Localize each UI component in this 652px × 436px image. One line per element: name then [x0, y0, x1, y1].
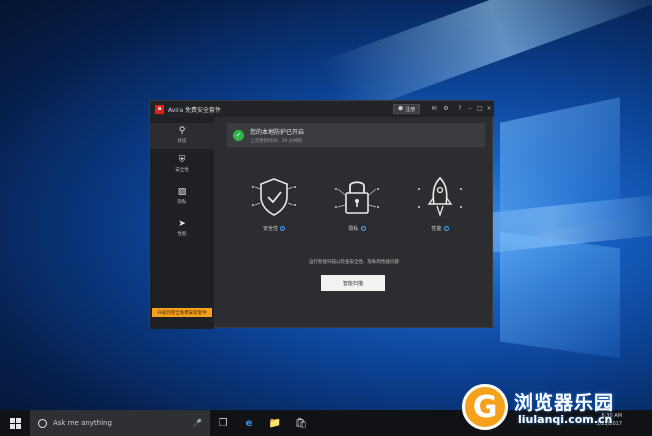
store-icon[interactable]: 🛍 [288, 410, 314, 436]
sidebar-item-security[interactable]: ⛨ 安全性 [150, 155, 214, 173]
info-icon[interactable]: i [443, 226, 449, 231]
window-logo-pane [500, 97, 620, 243]
start-button[interactable] [0, 410, 30, 436]
search-placeholder: Ask me anything [53, 419, 112, 427]
cortana-circle-icon [38, 418, 47, 428]
help-icon[interactable]: ? [456, 104, 464, 113]
close-icon[interactable]: × [485, 104, 493, 113]
sidebar-item-privacy[interactable]: ▨ 隐私 [150, 187, 214, 205]
minimize-icon[interactable]: – [466, 104, 474, 113]
file-explorer-icon[interactable]: 📁 [262, 410, 288, 436]
message-icon[interactable]: ✉ [430, 104, 438, 113]
scan-description: 运行智能扫描以检查安全性、隐私和性能问题 [309, 260, 399, 265]
watermark-cn-text: 浏览器乐园 [514, 392, 615, 414]
padlock-icon [335, 181, 379, 214]
rocket-icon [418, 176, 462, 218]
feature-security[interactable]: 安全性 i [244, 173, 304, 232]
lock-icon: ▨ [177, 187, 187, 197]
gear-icon[interactable]: ⚙ [442, 104, 450, 113]
status-sub-text: 上次更新时间：29 分钟前 [250, 138, 303, 144]
window-title: Avira 免费安全套件 [168, 106, 222, 114]
cortana-search-box[interactable]: Ask me anything 🎤 [30, 410, 210, 436]
upgrade-promo-button[interactable]: 升级到完全免费安装套件 [152, 308, 212, 317]
magnifier-icon: ⚲ [178, 126, 186, 136]
feature-privacy[interactable]: 隐私 i [327, 173, 387, 232]
smart-scan-button[interactable]: 智能扫描 [321, 275, 385, 291]
info-icon[interactable]: i [360, 226, 366, 231]
windows-logo-icon [9, 417, 21, 429]
task-view-icon[interactable]: ❐ [210, 410, 236, 436]
watermark: G 浏览器乐园 liulanqi.com.cn [462, 384, 652, 436]
protection-status-banner: ✓ 您的本地防护已开启 上次更新时间：29 分钟前 [227, 123, 485, 147]
microphone-icon[interactable]: 🎤 [193, 419, 202, 427]
shield-icon: ⛨ [178, 155, 186, 165]
user-icon: ☻ [398, 106, 404, 112]
title-bar[interactable]: a Avira 免费安全套件 ☻ 注册 ✉ ⚙ ? – □ × [150, 101, 494, 117]
check-icon: ✓ [233, 129, 244, 141]
rocket-icon: ➤ [178, 219, 186, 229]
maximize-icon[interactable]: □ [476, 104, 484, 113]
sidebar: ⚲ 状态 ⛨ 安全性 ▨ 隐私 ➤ 性能 升级到完全免费安装套件 [150, 117, 214, 329]
feature-performance[interactable]: 性能 i [410, 173, 470, 232]
login-button[interactable]: ☻ 注册 [393, 104, 421, 114]
sidebar-item-performance[interactable]: ➤ 性能 [150, 219, 214, 237]
edge-browser-icon[interactable]: e [236, 410, 262, 436]
avira-logo-icon: a [155, 104, 164, 114]
sidebar-item-status[interactable]: ⚲ 状态 [150, 123, 214, 149]
watermark-en-text: liulanqi.com.cn [518, 413, 613, 426]
shield-check-icon [252, 178, 296, 216]
status-main-text: 您的本地防护已开启 [250, 128, 305, 136]
info-icon[interactable]: i [280, 226, 285, 231]
avira-window: a Avira 免费安全套件 ☻ 注册 ✉ ⚙ ? – □ × ⚲ 状态 ⛨ 安… [149, 100, 494, 329]
watermark-logo-icon: G [462, 384, 508, 430]
window-logo-pane [500, 231, 620, 359]
